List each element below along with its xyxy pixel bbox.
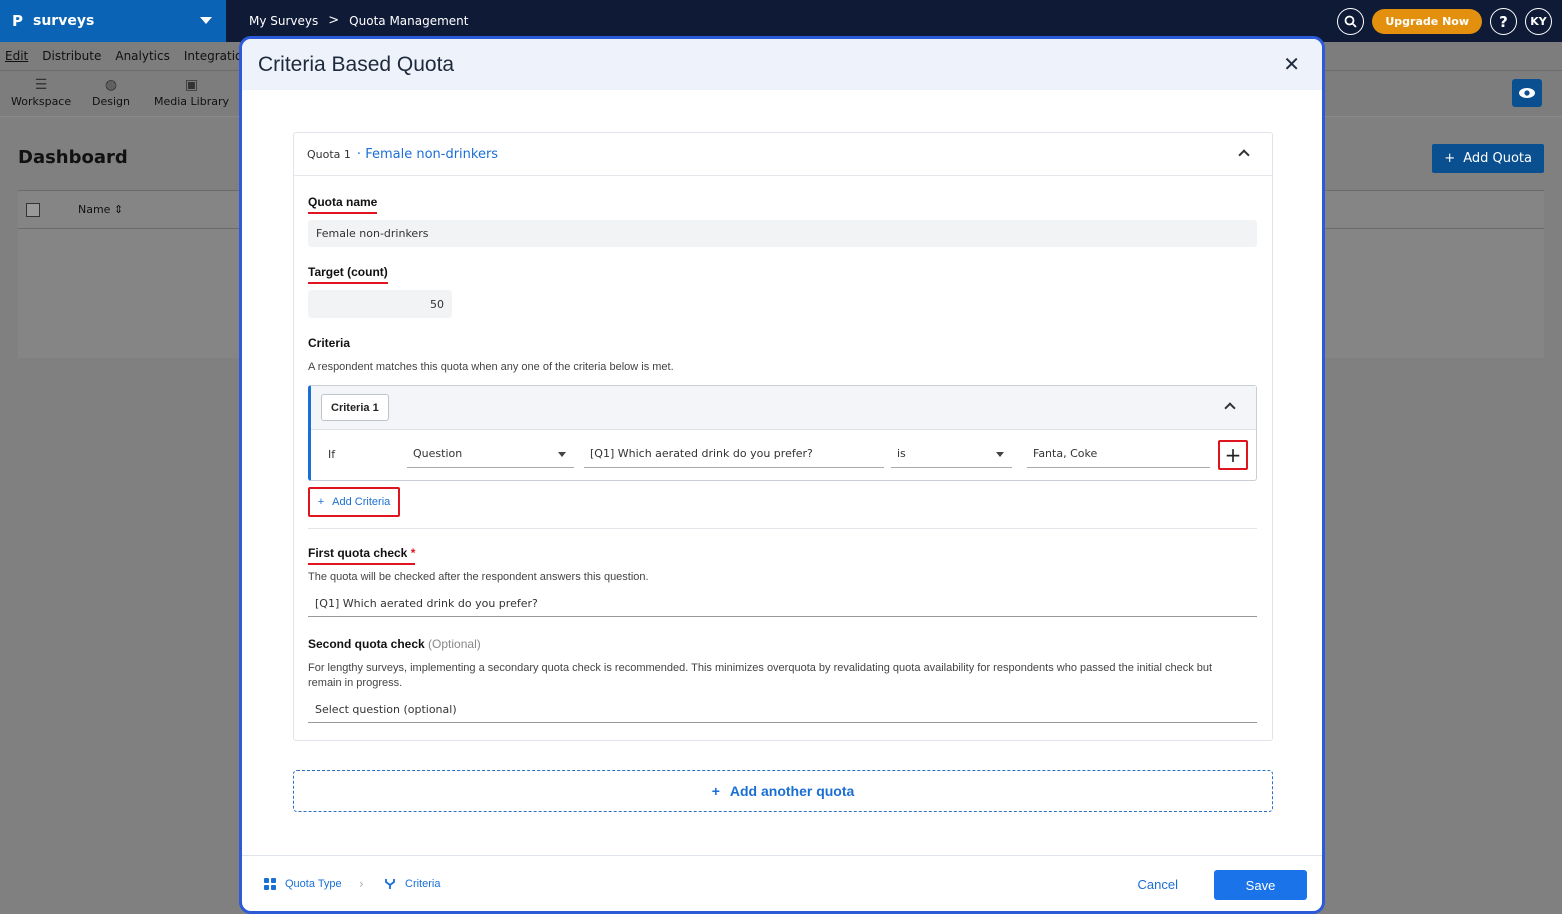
brand-name: surveys (33, 13, 95, 29)
second-quota-check-placeholder: Select question (optional) (315, 703, 457, 716)
second-quota-check-select[interactable]: Select question (optional) (308, 697, 1257, 723)
preview-button[interactable] (1512, 79, 1542, 107)
plus-icon: + (1224, 443, 1242, 467)
dialog-header: Criteria Based Quota ✕ (242, 39, 1322, 90)
chevron-down-icon (996, 452, 1004, 457)
quota-card-header[interactable]: Quota 1 · Female non-drinkers (294, 133, 1272, 176)
chevron-right-icon: › (359, 877, 364, 891)
target-count-input[interactable]: 50 (308, 290, 452, 318)
criteria-type-select[interactable]: Question (407, 440, 574, 468)
grid-icon (264, 878, 276, 890)
plus-icon: + (711, 783, 720, 799)
palette-icon: ◍ (104, 77, 118, 93)
criteria-operator-value: is (897, 447, 906, 460)
plus-icon: + (317, 496, 325, 508)
step-criteria-label: Criteria (405, 878, 441, 890)
step-quota-type[interactable]: Quota Type (264, 878, 342, 890)
criteria-tag: Criteria 1 (321, 394, 389, 421)
column-header-name-label: Name (78, 203, 111, 216)
quota-title: · Female non-drinkers (356, 146, 499, 162)
close-icon[interactable]: ✕ (1283, 52, 1300, 76)
search-button[interactable] (1337, 8, 1365, 35)
save-button[interactable]: Save (1214, 870, 1307, 900)
criteria-question-select[interactable]: [Q1] Which aerated drink do you prefer? (584, 440, 884, 468)
required-mark: * (410, 546, 416, 560)
optional-tag: (Optional) (428, 637, 481, 651)
criteria-item: Criteria 1 If Question [Q1] Which aerate… (308, 385, 1257, 481)
add-quota-label: Add Quota (1463, 151, 1532, 166)
menu-distribute[interactable]: Distribute (42, 49, 101, 63)
avatar[interactable]: KY (1525, 8, 1552, 35)
criteria-item-header: Criteria 1 (311, 386, 1256, 430)
quota-card: Quota 1 · Female non-drinkers Quota name… (293, 132, 1273, 741)
menu-analytics[interactable]: Analytics (115, 49, 170, 63)
first-quota-check-help: The quota will be checked after the resp… (308, 571, 649, 583)
add-another-quota-button[interactable]: + Add another quota (293, 770, 1273, 812)
brand-switcher[interactable]: P surveys (0, 0, 226, 42)
criteria-quota-dialog: Criteria Based Quota ✕ Quota 1 · Female … (239, 36, 1325, 914)
criteria-help-text: A respondent matches this quota when any… (308, 361, 674, 373)
menu-edit[interactable]: Edit (5, 49, 28, 63)
toolbar-media-library[interactable]: ▣ Media Library (154, 77, 229, 108)
criteria-type-value: Question (413, 447, 463, 460)
image-icon: ▣ (184, 77, 199, 93)
column-header-name[interactable]: Name ⇕ (78, 203, 123, 216)
dialog-footer: Quota Type › Criteria Cancel Save (242, 855, 1322, 911)
top-actions: Upgrade Now ? KY (1337, 8, 1552, 35)
second-quota-check-label: Second quota check (Optional) (308, 637, 481, 651)
select-all-checkbox[interactable] (26, 203, 40, 217)
toolbar-media-library-label: Media Library (154, 95, 229, 108)
chevron-down-icon (200, 17, 212, 24)
help-button[interactable]: ? (1490, 8, 1517, 35)
eye-icon (1519, 88, 1535, 98)
toolbar-design[interactable]: ◍ Design (92, 77, 130, 108)
list-icon: ☰ (34, 77, 48, 93)
brand-logo: P (12, 12, 23, 30)
dialog-title: Criteria Based Quota (258, 52, 455, 76)
first-quota-check-value: [Q1] Which aerated drink do you prefer? (315, 597, 538, 610)
criteria-label: Criteria (308, 336, 351, 350)
toolbar-workspace-label: Workspace (11, 95, 72, 108)
first-quota-check-label: First quota check * (308, 546, 416, 565)
cancel-button[interactable]: Cancel (1138, 877, 1178, 892)
branch-icon (385, 879, 395, 889)
add-criteria-label: Add Criteria (332, 496, 391, 508)
criteria-row: If Question [Q1] Which aerated drink do … (311, 430, 1256, 480)
quota-title-text: Female non-drinkers (365, 146, 499, 162)
page-title: Dashboard (18, 147, 128, 168)
chevron-up-icon[interactable] (1238, 149, 1250, 161)
if-label: If (328, 448, 336, 461)
add-criteria-button[interactable]: + Add Criteria (308, 487, 400, 517)
second-quota-check-help: For lengthy surveys, implementing a seco… (308, 662, 1213, 689)
first-quota-check-text: First quota check (308, 546, 408, 560)
breadcrumb-my-surveys[interactable]: My Surveys (249, 14, 318, 28)
quota-name-input[interactable]: Female non-drinkers (308, 220, 1257, 247)
upgrade-now-button[interactable]: Upgrade Now (1372, 9, 1482, 34)
quota-number: Quota 1 (307, 147, 351, 161)
step-quota-type-label: Quota Type (285, 878, 342, 890)
add-condition-button[interactable]: + (1218, 440, 1248, 470)
quota-name-label: Quota name (308, 195, 378, 214)
breadcrumb-quota-management: Quota Management (349, 13, 469, 28)
criteria-value-select[interactable]: Fanta, Coke (1027, 440, 1210, 468)
criteria-operator-select[interactable]: is (891, 440, 1012, 468)
second-quota-check-text: Second quota check (308, 637, 425, 651)
add-quota-button[interactable]: + Add Quota (1432, 144, 1544, 173)
search-icon (1344, 15, 1358, 28)
criteria-answer-value: Fanta, Coke (1033, 447, 1098, 460)
step-criteria[interactable]: Criteria (384, 878, 440, 890)
breadcrumb: My Surveys > Quota Management (249, 13, 469, 28)
chevron-down-icon (558, 452, 566, 457)
first-quota-check-select[interactable]: [Q1] Which aerated drink do you prefer? (308, 591, 1257, 617)
chevron-up-icon[interactable] (1224, 402, 1236, 414)
plus-icon: + (1444, 151, 1456, 166)
toolbar-workspace[interactable]: ☰ Workspace (11, 77, 71, 108)
target-count-label: Target (count) (308, 265, 388, 284)
toolbar-design-label: Design (92, 95, 130, 108)
criteria-question-value: [Q1] Which aerated drink do you prefer? (590, 447, 813, 460)
divider (308, 528, 1257, 529)
add-another-quota-label: Add another quota (729, 783, 855, 799)
sort-icon: ⇕ (113, 203, 124, 216)
breadcrumb-separator: > (328, 13, 340, 28)
